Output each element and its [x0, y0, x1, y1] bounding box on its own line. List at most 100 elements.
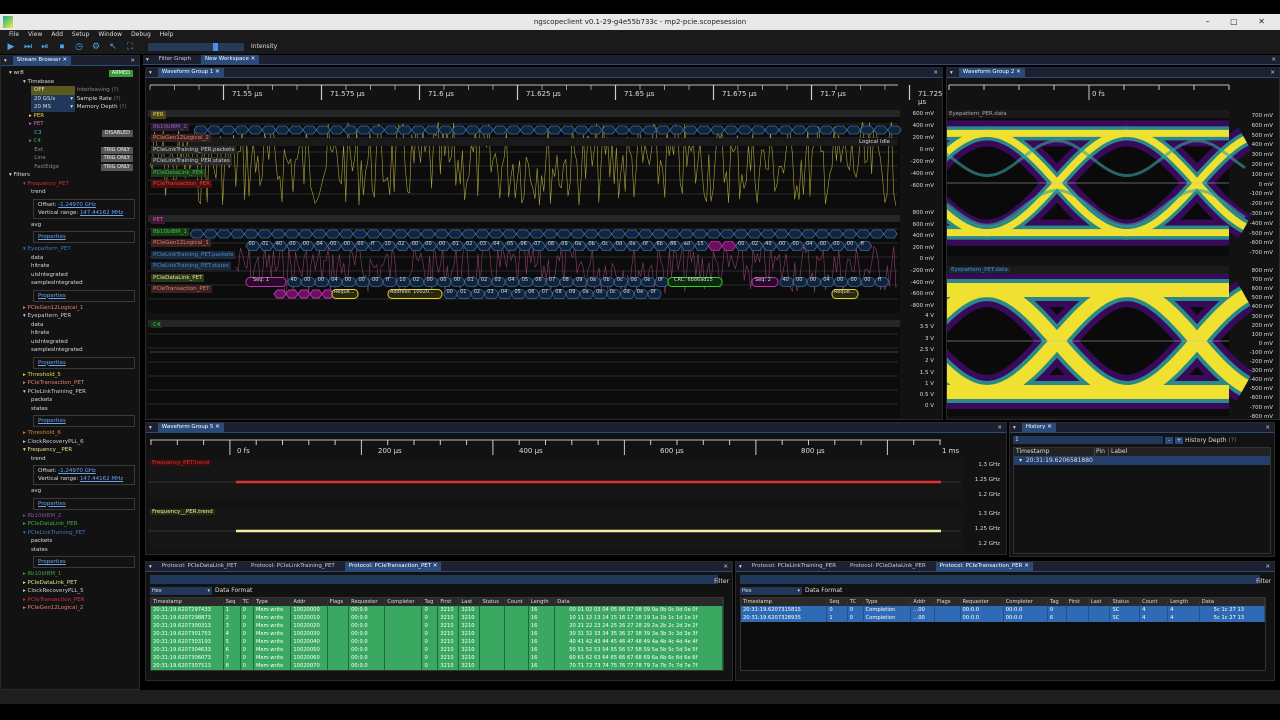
- filter-node[interactable]: ▾ PCIeLinkTraining_PER: [1, 388, 139, 397]
- close-icon[interactable]: ✕: [933, 70, 938, 76]
- column-length[interactable]: Length: [1167, 598, 1200, 606]
- symbol-8b10b-per[interactable]: [506, 125, 521, 135]
- filter-node[interactable]: ▸ Threshold_5: [1, 371, 139, 380]
- intensity-slider-thumb[interactable]: [212, 42, 218, 51]
- history-depth-increment[interactable]: +: [1175, 436, 1183, 444]
- symbol-8b10b-per[interactable]: [533, 125, 549, 135]
- symbol-8b10b-per[interactable]: [356, 125, 372, 135]
- table-row[interactable]: 20:31:19.6207307513 8 0 Mem write 10020070 00…: [151, 662, 723, 670]
- channel-label-pciedatalink-per[interactable]: PCIeDataLink_PER: [151, 168, 205, 177]
- table-row[interactable]: 20:31:19.6207303193 5 0 Mem write 10020040 00…: [151, 638, 723, 646]
- column-timestamp[interactable]: Timestamp: [741, 598, 828, 606]
- symbol-8b10b-pet[interactable]: [461, 229, 477, 239]
- tl-header-symbol[interactable]: [297, 289, 311, 299]
- symbol-8b10b-pet[interactable]: [842, 229, 857, 239]
- symbol-8b10b-pet[interactable]: [679, 229, 694, 239]
- channel-label-pcielinktraining-per-packets[interactable]: PCIeLinkTraining_PER.packets: [151, 145, 237, 154]
- panel-menu-icon[interactable]: ▾: [146, 57, 149, 63]
- column-data[interactable]: Data: [554, 598, 723, 606]
- symbol-8b10b-per[interactable]: [859, 125, 875, 135]
- symbol-8b10b-per[interactable]: [683, 125, 698, 135]
- symbol-8b10b-pet[interactable]: [257, 229, 273, 239]
- channel-label-pcielinktraining-per-states[interactable]: PCIeLinkTraining_PER.states: [151, 157, 232, 165]
- filter-node[interactable]: ▸ ClockRecoveryPLL_6: [1, 438, 139, 447]
- symbol-8b10b-pet[interactable]: [529, 229, 545, 239]
- symbol-8b10b-per[interactable]: [723, 125, 739, 135]
- stream-item[interactable]: states: [1, 546, 139, 555]
- close-icon[interactable]: ✕: [1270, 70, 1275, 76]
- filter-node[interactable]: ▸ PCIeGen12Logical_2: [1, 604, 139, 613]
- symbol-8b10b-per[interactable]: [383, 125, 399, 135]
- table-row[interactable]: 20:31:19.6207298873 2 0 Mem write 10020010 00…: [151, 614, 723, 622]
- properties-link[interactable]: Properties: [38, 360, 66, 366]
- symbol-8b10b-per[interactable]: [207, 125, 222, 135]
- symbol-8b10b-per[interactable]: [397, 125, 413, 135]
- symbol-8b10b-pet[interactable]: [733, 229, 749, 239]
- channel-fastedge[interactable]: FastEdge TRIG ONLY: [1, 163, 139, 172]
- symbol-8b10b-pet[interactable]: [706, 229, 721, 239]
- column-completer[interactable]: Completer: [1003, 598, 1048, 606]
- close-icon[interactable]: ✕: [997, 425, 1002, 431]
- properties-link[interactable]: Properties: [38, 418, 66, 424]
- symbol-8b10b-per[interactable]: [343, 125, 358, 135]
- column-status[interactable]: Status: [1109, 598, 1141, 606]
- filter-node[interactable]: ▸ 8b10bIBM_2: [1, 512, 139, 521]
- symbol-8b10b-per[interactable]: [805, 125, 821, 135]
- symbol-8b10b-pet[interactable]: [611, 229, 626, 239]
- stream-item[interactable]: samplesIntegrated: [1, 279, 139, 288]
- run-icon[interactable]: ▶: [6, 42, 16, 52]
- menu-file[interactable]: File: [9, 30, 19, 39]
- stream-item[interactable]: hitrate: [1, 329, 139, 338]
- symbol-8b10b-per[interactable]: [751, 125, 766, 135]
- symbol-8b10b-per[interactable]: [642, 125, 657, 135]
- close-icon[interactable]: ✕: [130, 58, 135, 64]
- column-type[interactable]: Type: [863, 598, 912, 606]
- symbol-8b10b-per[interactable]: [370, 125, 385, 135]
- symbol-8b10b-pet[interactable]: [325, 229, 341, 239]
- cursor-icon[interactable]: ↖: [108, 42, 118, 52]
- symbol-8b10b-per[interactable]: [492, 125, 508, 135]
- tab-protocol[interactable]: Protocol: PCIeTransaction_PER ✕: [935, 562, 1033, 571]
- channel-label-pciegen12logical-2[interactable]: PCIeGen12Logical_2: [151, 134, 211, 142]
- symbol-8b10b-pet[interactable]: [203, 229, 218, 239]
- symbol-8b10b-pet[interactable]: [502, 229, 517, 239]
- channel-status-badge[interactable]: TRIG ONLY: [100, 163, 133, 171]
- filter-node[interactable]: ▸ 8b10bIBM_1: [1, 570, 139, 579]
- tab-waveform-group-1[interactable]: Waveform Group 1 ✕: [157, 68, 224, 77]
- tab-new-workspace[interactable]: New Workspace ✕: [201, 55, 260, 64]
- filter-node[interactable]: ▸ Threshold_6: [1, 429, 139, 438]
- symbol-8b10b-pet[interactable]: [665, 229, 681, 239]
- properties-link[interactable]: Properties: [38, 559, 66, 565]
- symbol-8b10b-per[interactable]: [451, 125, 467, 135]
- sample_rate-select[interactable]: 20 GS/s ▾: [31, 94, 75, 103]
- symbol-8b10b-pet[interactable]: [243, 229, 259, 239]
- symbol-8b10b-per[interactable]: [710, 125, 725, 135]
- symbol-8b10b-pet[interactable]: [189, 229, 205, 239]
- symbol-8b10b-pet[interactable]: [379, 229, 395, 239]
- range-value[interactable]: 147.44162 MHz: [80, 210, 123, 216]
- symbol-8b10b-pet[interactable]: [366, 229, 381, 239]
- channel-status-badge[interactable]: DISABLED: [101, 129, 133, 137]
- symbol-8b10b-per[interactable]: [479, 125, 494, 135]
- filter-node[interactable]: ▸ PCIeDataLink_PER: [1, 520, 139, 529]
- symbol-8b10b-per[interactable]: [519, 125, 535, 135]
- close-icon[interactable]: ✕: [1265, 425, 1270, 431]
- column-tag[interactable]: Tag: [421, 598, 439, 606]
- table-row[interactable]: 20:31:19.6207297433 1 0 Mem write 10020000 00…: [151, 606, 723, 614]
- wg1-plot-area[interactable]: [146, 78, 942, 420]
- logical-byte-symbol[interactable]: [707, 241, 723, 251]
- column-count[interactable]: Count: [504, 598, 529, 606]
- symbol-8b10b-pet[interactable]: [815, 229, 830, 239]
- column-first[interactable]: First: [1066, 598, 1089, 606]
- table-row[interactable]: 20:31:19.6207300313 3 0 Mem write 10020020 00…: [151, 622, 723, 630]
- symbol-8b10b-pet[interactable]: [230, 229, 245, 239]
- table-row[interactable]: 20:31:19.6207304633 6 0 Mem write 10020050 00…: [151, 646, 723, 654]
- close-icon[interactable]: ✕: [1265, 564, 1270, 570]
- offset-value[interactable]: -1.24970 GHz: [58, 202, 96, 208]
- memory_depth-select[interactable]: 20 MS ▾: [31, 103, 75, 112]
- column-seq[interactable]: Seq: [223, 598, 241, 606]
- symbol-8b10b-pet[interactable]: [216, 229, 232, 239]
- channel-c3[interactable]: C3 DISABLED: [1, 129, 139, 138]
- symbol-8b10b-pet[interactable]: [556, 229, 572, 239]
- symbol-8b10b-per[interactable]: [193, 125, 209, 135]
